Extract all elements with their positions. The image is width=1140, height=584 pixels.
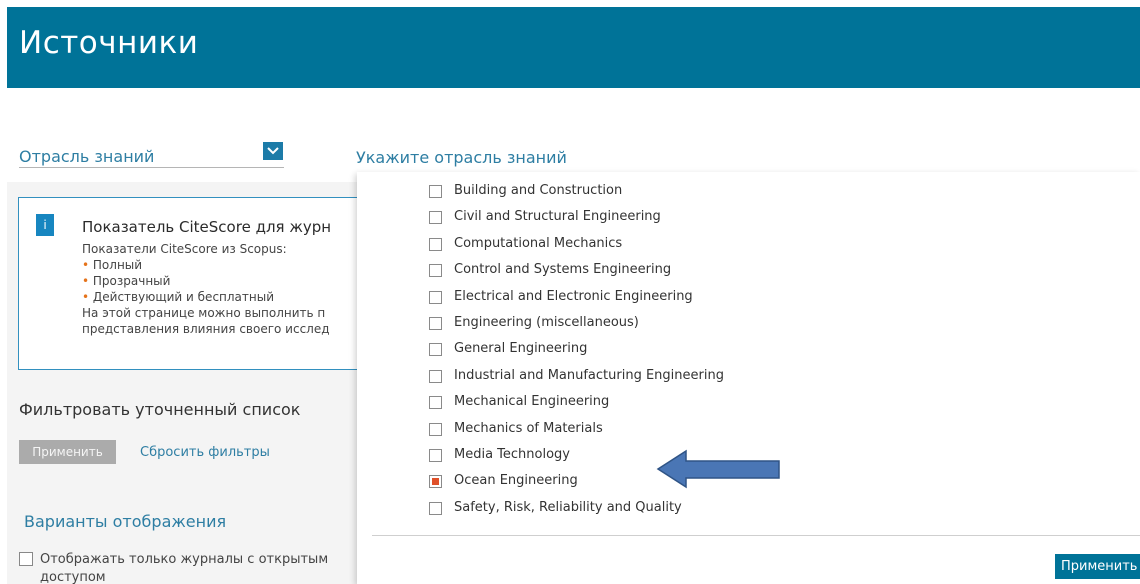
subject-area-label[interactable]: Отрасль знаний xyxy=(19,147,154,166)
subject-option-label[interactable]: Electrical and Electronic Engineering xyxy=(454,289,693,304)
subject-option-label[interactable]: Building and Construction xyxy=(454,183,622,198)
subject-option-label[interactable]: Control and Systems Engineering xyxy=(454,262,671,277)
filter-apply-button[interactable]: Применить xyxy=(19,440,116,464)
checkbox[interactable] xyxy=(429,501,442,515)
info-subtitle: Показатели CiteScore из Scopus: xyxy=(82,242,287,256)
info-title: Показатель CiteScore для журн xyxy=(82,218,332,236)
info-body-line: На этой странице можно выполнить п xyxy=(82,306,326,320)
subject-option-label[interactable]: Mechanics of Materials xyxy=(454,421,603,436)
reset-filters-link[interactable]: Сбросить фильтры xyxy=(140,445,270,460)
checkbox[interactable] xyxy=(429,317,442,330)
subject-option-label[interactable]: Mechanical Engineering xyxy=(454,394,609,409)
checkbox[interactable] xyxy=(429,211,442,225)
checkbox[interactable] xyxy=(429,422,442,436)
checkbox[interactable] xyxy=(429,185,442,198)
display-options-title: Варианты отображения xyxy=(24,512,227,531)
subject-option-label[interactable]: Ocean Engineering xyxy=(454,473,578,488)
filter-section-title: Фильтровать уточненный список xyxy=(19,400,301,419)
subject-area-select[interactable]: Отрасль знаний xyxy=(19,142,284,168)
citescore-info-box: i Показатель CiteScore для журн Показате… xyxy=(18,197,364,370)
dropdown-divider xyxy=(372,535,1140,536)
info-icon: i xyxy=(36,214,54,236)
subject-option-label[interactable]: Safety, Risk, Reliability and Quality xyxy=(454,500,682,515)
open-access-label[interactable]: Отображать только журналы с открытым дос… xyxy=(40,551,360,584)
subject-option-label[interactable]: General Engineering xyxy=(454,341,587,356)
subject-option-label[interactable]: Industrial and Manufacturing Engineering xyxy=(454,368,724,383)
info-body-line: представления влияния своего исслед xyxy=(82,322,330,336)
subject-option-label[interactable]: Engineering (miscellaneous) xyxy=(454,315,639,330)
checkbox[interactable] xyxy=(429,369,442,383)
checkbox[interactable] xyxy=(429,237,442,251)
checkbox[interactable] xyxy=(429,290,442,304)
page-header: Источники xyxy=(7,7,1140,88)
subject-dropdown-title: Укажите отрасль знаний xyxy=(356,148,567,167)
checkbox-checked[interactable] xyxy=(429,475,442,489)
checkbox[interactable] xyxy=(429,396,442,410)
annotation-arrow-icon xyxy=(656,449,780,489)
subject-dropdown-panel: Building and Construction Civil and Struc… xyxy=(357,172,1140,584)
chevron-down-icon[interactable] xyxy=(263,142,283,160)
subject-option-label[interactable]: Civil and Structural Engineering xyxy=(454,209,661,224)
info-bullet: • Действующий и бесплатный xyxy=(82,290,275,304)
info-bullet: • Полный xyxy=(82,258,143,272)
checkbox[interactable] xyxy=(429,343,442,357)
checkbox[interactable] xyxy=(429,449,442,462)
subject-option-label[interactable]: Computational Mechanics xyxy=(454,236,622,251)
subject-option-label[interactable]: Media Technology xyxy=(454,447,570,462)
open-access-checkbox[interactable] xyxy=(19,552,33,566)
dropdown-apply-button[interactable]: Применить xyxy=(1055,554,1140,579)
info-bullet: • Прозрачный xyxy=(82,274,171,288)
page-title: Источники xyxy=(19,25,199,61)
checkbox[interactable] xyxy=(429,264,442,278)
